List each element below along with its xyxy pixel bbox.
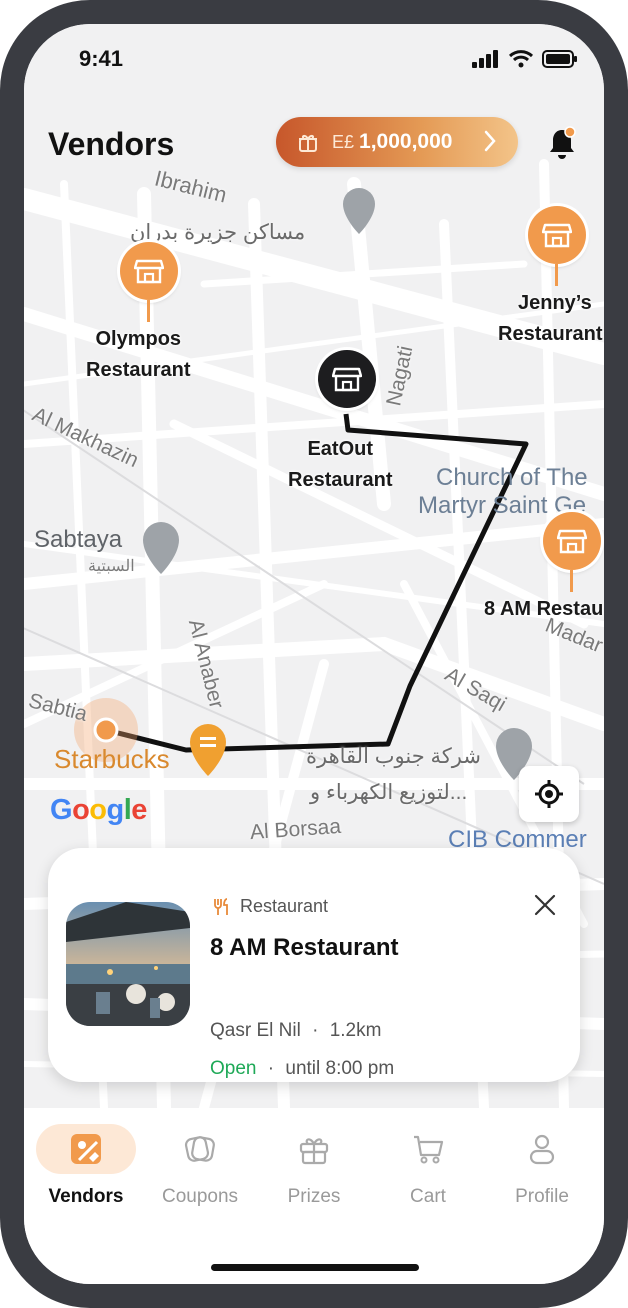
tab-prizes[interactable]: Prizes <box>258 1124 370 1224</box>
tab-profile[interactable]: Profile <box>486 1124 598 1224</box>
status-time: 9:41 <box>79 46 124 71</box>
close-icon[interactable] <box>534 894 556 916</box>
vendor-area: Qasr El Nil <box>210 1020 301 1041</box>
pin-stick <box>570 570 573 592</box>
tab-coupons[interactable]: Coupons <box>144 1124 256 1224</box>
phone-frame: Ibrahim مساكن جزيرة بدران Al Makhazin Na… <box>0 0 628 1308</box>
balance-currency: E£ <box>332 131 355 152</box>
store-icon <box>134 259 164 284</box>
google-logo: Google <box>50 794 147 826</box>
crosshair-icon <box>535 780 563 808</box>
notification-bell-icon[interactable] <box>546 126 578 162</box>
vendor-pin-8am[interactable] <box>543 512 601 570</box>
place-label: لتوزيع الكهرباء و... <box>310 781 468 804</box>
person-icon <box>529 1134 555 1165</box>
vendor-pin-jennys[interactable] <box>528 206 586 264</box>
store-icon <box>542 223 572 248</box>
vendor-label-olympos[interactable]: Olympos Restaurant <box>86 324 190 386</box>
home-indicator <box>211 1264 419 1271</box>
gift-icon <box>299 135 317 152</box>
tab-cart[interactable]: Cart <box>372 1124 484 1224</box>
tab-vendors[interactable]: Vendors <box>30 1124 142 1224</box>
wifi-icon <box>508 50 534 68</box>
vendor-image <box>66 902 190 1026</box>
screen: Ibrahim مساكن جزيرة بدران Al Makhazin Na… <box>24 24 604 1284</box>
vendor-label-8am[interactable]: 8 AM Restau <box>484 594 603 625</box>
pin-stick <box>147 300 150 322</box>
tab-label: Prizes <box>287 1186 341 1207</box>
chevron-right-icon <box>484 130 496 152</box>
signal-icon <box>472 50 498 68</box>
vendor-label-eatout[interactable]: EatOut Restaurant <box>288 434 392 496</box>
vendor-hours: until 8:00 pm <box>285 1058 395 1079</box>
tab-label: Profile <box>515 1186 569 1207</box>
vendor-status: Open <box>210 1058 257 1079</box>
status-bar: 9:41 <box>24 24 604 94</box>
battery-icon <box>542 50 577 68</box>
bottom-tab-bar: Vendors Coupons Prizes Cart Profile <box>24 1108 604 1284</box>
vendor-category: Restaurant <box>240 896 329 916</box>
vendor-label-jennys[interactable]: Jenny’s Restaurant <box>498 288 602 350</box>
vendor-distance: 1.2km <box>329 1020 382 1041</box>
coupon-icon <box>184 1136 215 1162</box>
place-label: Sabtaya <box>34 526 123 553</box>
place-label: شركة جنوب القاهرة <box>306 745 481 768</box>
vendor-pin-olympos[interactable] <box>120 242 178 300</box>
balance-amount: 1,000,000 <box>359 130 453 153</box>
pin-stick <box>555 264 558 286</box>
gift-icon <box>299 1138 329 1165</box>
my-location-button[interactable] <box>519 766 579 822</box>
map-tag-icon <box>71 1134 101 1164</box>
store-icon <box>557 529 587 554</box>
store-icon <box>332 367 362 392</box>
place-label: Starbucks <box>54 744 170 774</box>
place-label: مساكن جزيرة بدران <box>130 221 306 244</box>
tab-label: Vendors <box>48 1186 124 1207</box>
balance-button[interactable]: E£ 1,000,000 <box>276 117 518 167</box>
vendor-card[interactable]: Restaurant 8 AM Restaurant Qasr El Nil ·… <box>48 848 580 1082</box>
vendor-pin-eatout[interactable] <box>318 350 376 408</box>
place-label: السبتية <box>88 558 135 575</box>
cart-icon <box>414 1135 444 1164</box>
tab-label: Cart <box>410 1186 446 1207</box>
vendor-name: 8 AM Restaurant <box>210 934 399 961</box>
tab-label: Coupons <box>161 1186 239 1207</box>
restaurant-icon <box>214 897 228 915</box>
place-label: Church of The <box>436 464 588 491</box>
page-title: Vendors <box>48 126 175 162</box>
